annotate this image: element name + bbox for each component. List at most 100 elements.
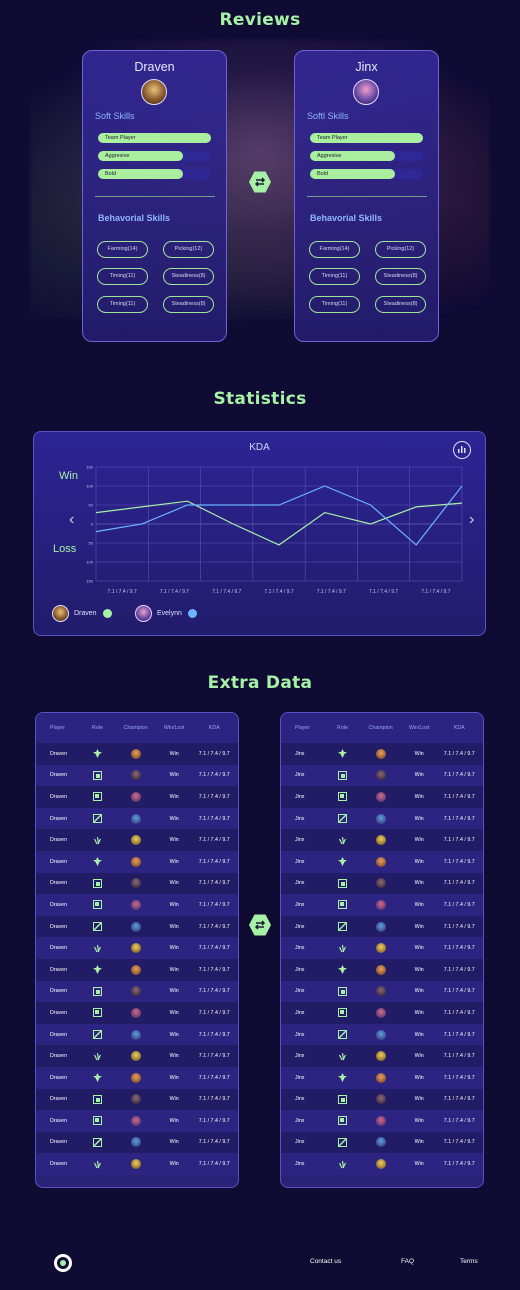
role-icon [82, 770, 114, 780]
champion-icon [358, 878, 403, 889]
role-icon [82, 986, 114, 996]
cell-result: Win [414, 945, 424, 952]
cell-kda: 7.1 / 7.4 / 9.7 [198, 945, 230, 952]
role-icon [327, 770, 359, 780]
role-icon [327, 986, 359, 996]
cell-kda: 7.1 / 7.4 / 9.7 [198, 793, 230, 800]
champion-icon [358, 770, 403, 781]
role-icon [82, 900, 114, 910]
cell-result: Win [169, 750, 179, 757]
cell-player: Jinx [295, 772, 305, 779]
col-kda: KDA [208, 725, 220, 731]
cell-kda: 7.1 / 7.4 / 9.7 [198, 1053, 230, 1060]
cell-player: Draven [50, 1161, 68, 1168]
champion-icon [113, 770, 158, 781]
table-row: Jinx Win 7.1 / 7.4 / 9.7 [281, 764, 483, 787]
avatar [135, 605, 152, 622]
cell-player: Draven [50, 858, 68, 865]
cell-player: Draven [50, 966, 68, 973]
cell-player: Draven [50, 880, 68, 887]
cell-result: Win [169, 815, 179, 822]
table-body: Draven Win 7.1 / 7.4 / 9.7 Draven Win 7.1 / 7… [36, 743, 238, 1175]
table-row: Jinx Win 7.1 / 7.4 / 9.7 [281, 1023, 483, 1046]
x-tick-label: 7.1 / 7.4 / 9.7 [264, 589, 293, 595]
table-row: Jinx Win 7.1 / 7.4 / 9.7 [281, 743, 483, 765]
contact-link[interactable]: Contact us [310, 1258, 341, 1265]
cell-kda: 7.1 / 7.4 / 9.7 [443, 988, 475, 995]
col-winlost: Win/Lost [408, 725, 430, 731]
cell-player: Draven [50, 1031, 68, 1038]
role-icon [327, 792, 359, 802]
table-row: Draven Win 7.1 / 7.4 / 9.7 [36, 937, 238, 959]
role-icon [327, 1160, 359, 1169]
champion-icon [113, 1051, 158, 1062]
cell-result: Win [414, 901, 424, 908]
table-row: Jinx Win 7.1 / 7.4 / 9.7 [281, 1088, 483, 1111]
cell-kda: 7.1 / 7.4 / 9.7 [443, 1053, 475, 1060]
table-row: Jinx Win 7.1 / 7.4 / 9.7 [281, 1110, 483, 1132]
table-row: Draven Win 7.1 / 7.4 / 9.7 [36, 980, 238, 1003]
cell-result: Win [414, 1031, 424, 1038]
cell-kda: 7.1 / 7.4 / 9.7 [198, 1074, 230, 1081]
cell-result: Win [414, 1074, 424, 1081]
table-row: Jinx Win 7.1 / 7.4 / 9.7 [281, 850, 483, 873]
role-icon [82, 1160, 114, 1169]
logo-icon[interactable] [54, 1254, 72, 1272]
cell-result: Win [414, 858, 424, 865]
cell-player: Jinx [295, 1161, 305, 1168]
table-row: Jinx Win 7.1 / 7.4 / 9.7 [281, 807, 483, 830]
cell-result: Win [414, 750, 424, 757]
terms-link[interactable]: Terms [460, 1258, 478, 1265]
cell-result: Win [169, 1031, 179, 1038]
cell-player: Jinx [295, 988, 305, 995]
table-row: Jinx Win 7.1 / 7.4 / 9.7 [281, 915, 483, 938]
table-row: Jinx Win 7.1 / 7.4 / 9.7 [281, 1153, 483, 1175]
kda-line-chart: 150 100 50 0 50 100 150 7.1 / 7.4 / 9.7 7.1 / 7.… [86, 465, 463, 595]
table-row: Draven Win 7.1 / 7.4 / 9.7 [36, 807, 238, 830]
cell-player: Jinx [295, 858, 305, 865]
cell-result: Win [169, 1139, 179, 1146]
cell-player: Draven [50, 1117, 68, 1124]
cell-result: Win [414, 1053, 424, 1060]
champion-icon [358, 943, 403, 954]
champion-icon [113, 921, 158, 932]
legend-dot [187, 609, 197, 618]
faq-link[interactable]: FAQ [401, 1258, 414, 1265]
avatar [52, 605, 69, 622]
table-draven: Player Role Champion Win/Lost KDA Draven… [35, 712, 239, 1188]
cell-result: Win [414, 988, 424, 995]
cell-result: Win [169, 1053, 179, 1060]
legend-item-evelynn: Evelynn [135, 605, 197, 622]
cell-kda: 7.1 / 7.4 / 9.7 [198, 1009, 230, 1016]
champion-icon [358, 748, 403, 759]
cell-result: Win [169, 772, 179, 779]
role-icon [327, 749, 359, 759]
cell-result: Win [169, 1096, 179, 1103]
swap-button[interactable] [249, 914, 271, 936]
champion-icon [358, 1094, 403, 1105]
cell-player: Draven [50, 901, 68, 908]
cell-kda: 7.1 / 7.4 / 9.7 [198, 1139, 230, 1146]
cell-kda: 7.1 / 7.4 / 9.7 [443, 1031, 475, 1038]
table-header: Player Role Champion Win/Lost KDA [36, 713, 238, 743]
legend-dot [102, 609, 112, 618]
table-row: Draven Win 7.1 / 7.4 / 9.7 [36, 1045, 238, 1067]
cell-kda: 7.1 / 7.4 / 9.7 [198, 1096, 230, 1103]
champion-icon [113, 1115, 158, 1126]
cell-player: Draven [50, 1096, 68, 1103]
role-icon [82, 1030, 114, 1040]
cell-player: Draven [50, 945, 68, 952]
cell-result: Win [414, 1117, 424, 1124]
cell-kda: 7.1 / 7.4 / 9.7 [443, 880, 475, 887]
cell-player: Jinx [295, 1053, 305, 1060]
table-body: Jinx Win 7.1 / 7.4 / 9.7 Jinx Win 7.1 / 7.4 /… [281, 743, 483, 1175]
cell-player: Jinx [295, 793, 305, 800]
table-row: Draven Win 7.1 / 7.4 / 9.7 [36, 743, 238, 765]
cell-player: Jinx [295, 750, 305, 757]
role-icon [327, 1137, 359, 1147]
champion-icon [113, 986, 158, 997]
role-icon [82, 814, 114, 824]
col-winlost: Win/Lost [163, 725, 185, 731]
cell-kda: 7.1 / 7.4 / 9.7 [198, 880, 230, 887]
cell-kda: 7.1 / 7.4 / 9.7 [443, 793, 475, 800]
